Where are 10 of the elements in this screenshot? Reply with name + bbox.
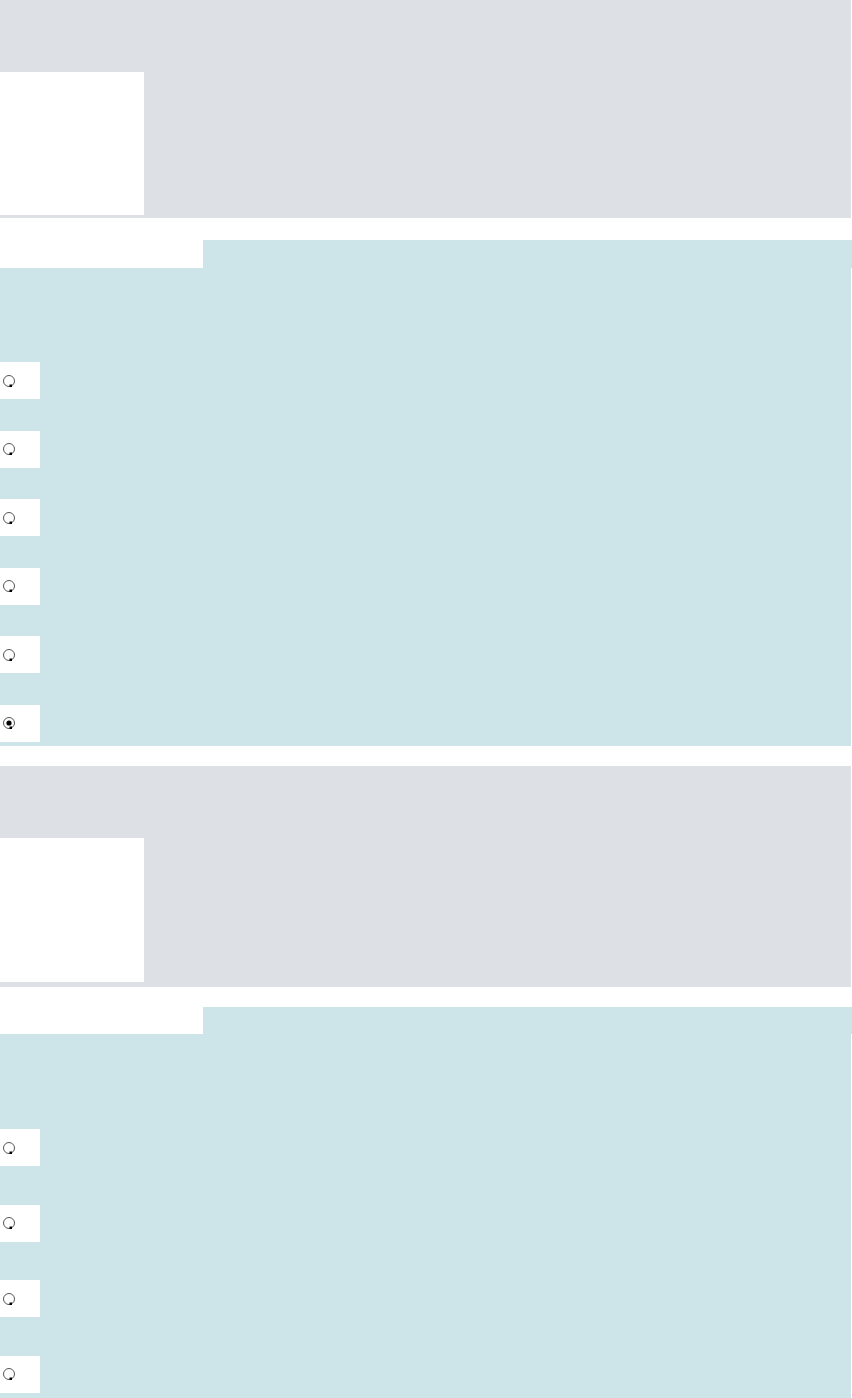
radio-button[interactable] (2, 1291, 16, 1306)
radio-button[interactable] (2, 716, 16, 731)
radio-button[interactable] (2, 647, 16, 662)
radio-button[interactable] (2, 1140, 16, 1155)
radio-button[interactable] (2, 373, 16, 388)
radio-button[interactable] (2, 579, 16, 594)
radio-button[interactable] (2, 442, 16, 457)
radio-button[interactable] (2, 1216, 16, 1230)
radio-button[interactable] (2, 1367, 16, 1381)
radio-button[interactable] (2, 510, 16, 525)
